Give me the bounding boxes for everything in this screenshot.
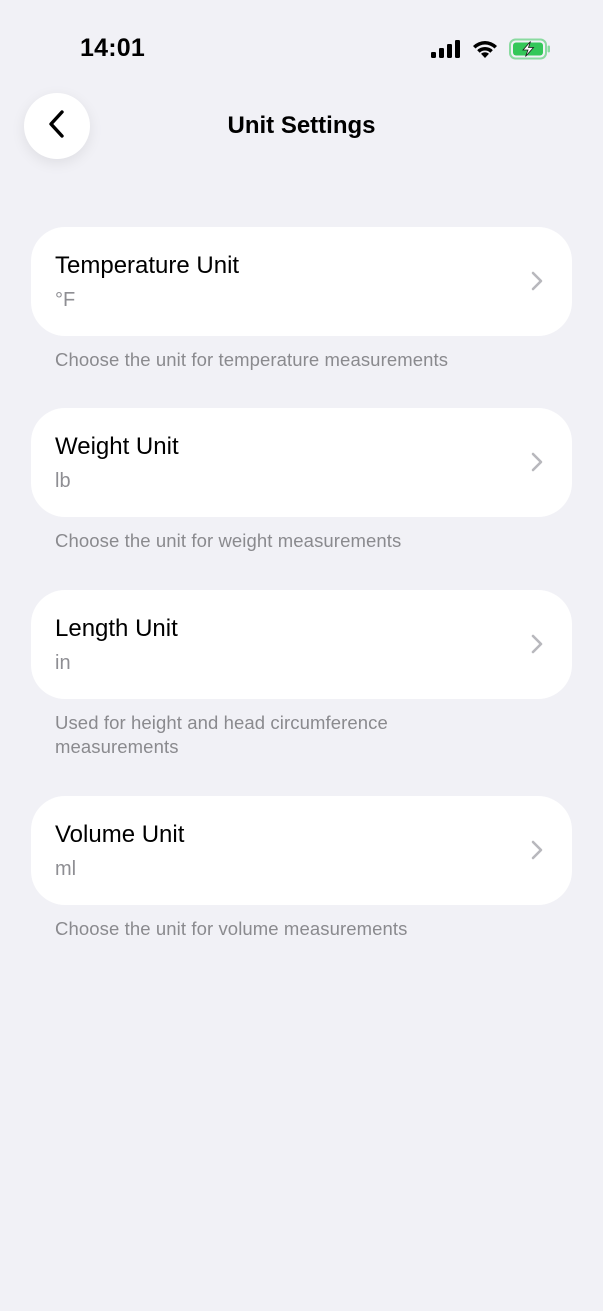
chevron-right-icon	[530, 451, 544, 478]
row-value: lb	[55, 470, 71, 492]
status-bar: 14:01	[0, 0, 603, 96]
chevron-right-icon	[530, 633, 544, 660]
row-title: Length Unit	[55, 615, 178, 642]
row-caption: Choose the unit for weight measurements	[55, 530, 402, 551]
page-title: Unit Settings	[227, 112, 376, 139]
status-icons	[431, 38, 551, 60]
volume-unit-row[interactable]: Volume Unit ml	[31, 796, 572, 905]
settings-group-temperature: Temperature Unit °F Choose the unit for …	[31, 227, 572, 408]
temperature-unit-row[interactable]: Temperature Unit °F	[31, 227, 572, 336]
chevron-right-icon	[530, 270, 544, 297]
row-value: °F	[55, 289, 76, 311]
navigation-bar: Unit Settings	[0, 92, 603, 162]
settings-list: Temperature Unit °F Choose the unit for …	[31, 227, 572, 946]
row-value: ml	[55, 858, 77, 880]
weight-unit-row[interactable]: Weight Unit lb	[31, 408, 572, 517]
row-title: Temperature Unit	[55, 252, 240, 279]
row-value: in	[55, 652, 71, 674]
row-title: Volume Unit	[55, 821, 185, 848]
row-title: Weight Unit	[55, 433, 179, 460]
length-unit-row[interactable]: Length Unit in	[31, 590, 572, 699]
row-caption: Choose the unit for temperature measurem…	[55, 349, 449, 370]
settings-group-weight: Weight Unit lb Choose the unit for weigh…	[31, 408, 572, 590]
cellular-signal-icon	[431, 39, 461, 59]
row-caption: Choose the unit for volume measurements	[55, 918, 408, 939]
battery-charging-icon	[509, 38, 551, 60]
wifi-icon	[471, 39, 499, 59]
settings-group-length: Length Unit in Used for height and head …	[31, 590, 572, 796]
settings-group-volume: Volume Unit ml Choose the unit for volum…	[31, 796, 572, 946]
chevron-right-icon	[530, 839, 544, 866]
status-time: 14:01	[80, 34, 145, 62]
row-caption: Used for height and head circumference m…	[55, 712, 388, 757]
